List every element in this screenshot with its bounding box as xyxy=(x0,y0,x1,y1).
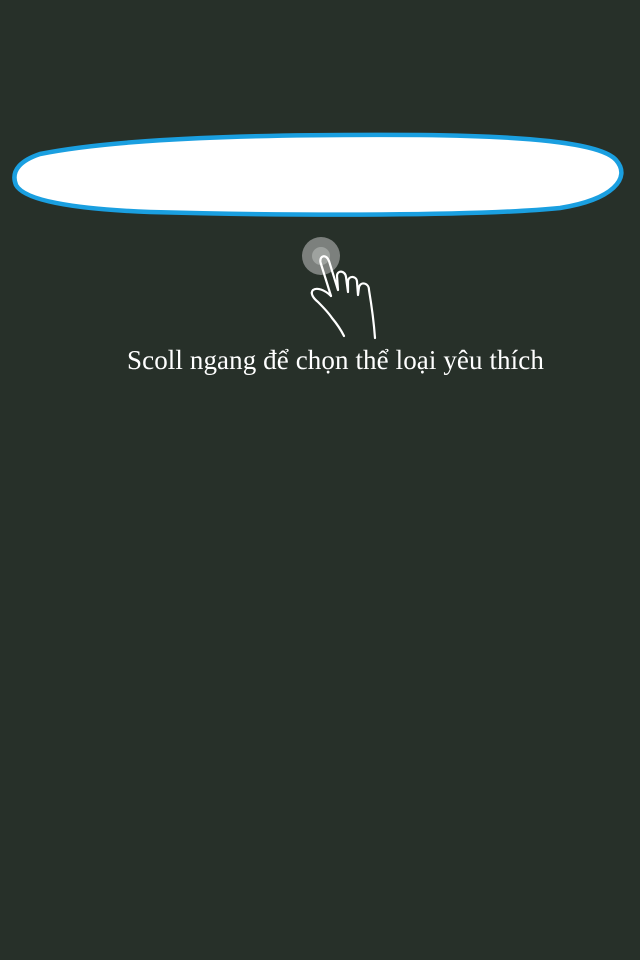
hint-text: Scoll ngang để chọn thể loại yêu thích xyxy=(127,345,544,375)
tutorial-overlay xyxy=(12,132,624,340)
tap-indicator xyxy=(302,237,340,275)
pointing-hand-icon xyxy=(310,255,377,340)
highlight-scroll-area[interactable] xyxy=(12,132,624,217)
